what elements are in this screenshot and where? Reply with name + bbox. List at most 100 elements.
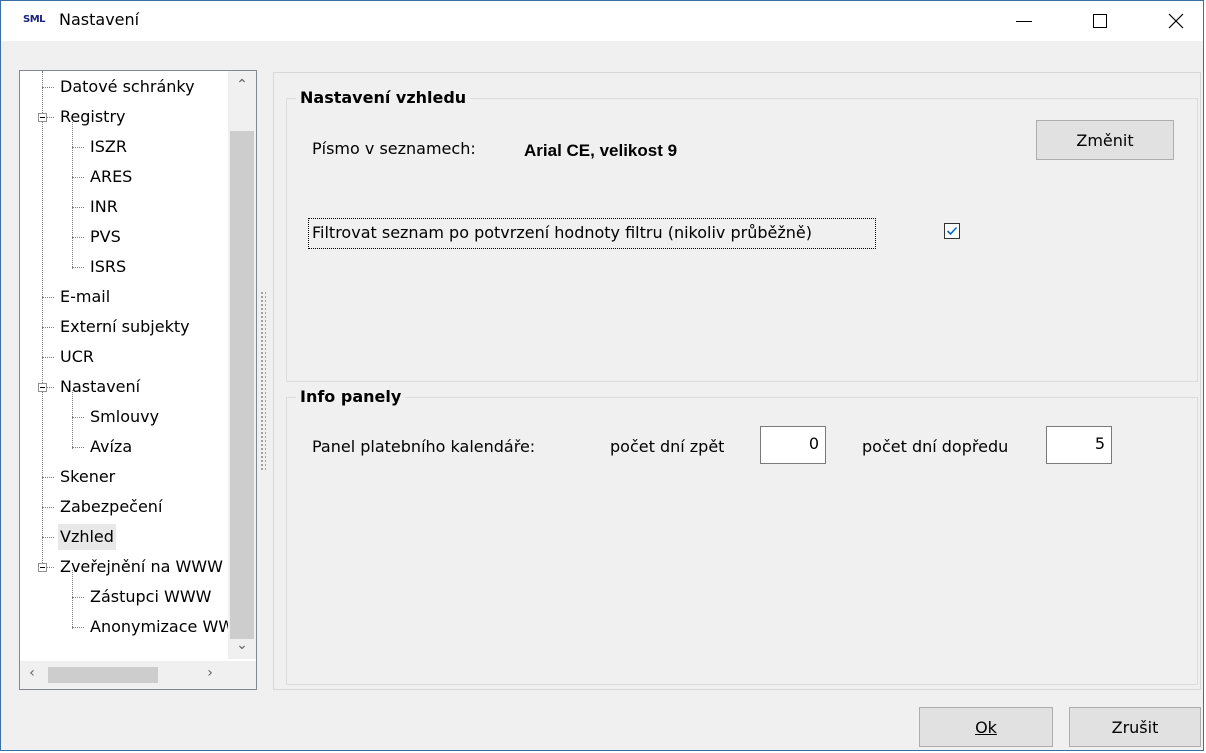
cancel-button-label: Zrušit xyxy=(1111,717,1159,737)
tree-line xyxy=(72,600,73,629)
tree-connector xyxy=(72,267,84,268)
collapse-icon[interactable] xyxy=(38,113,47,122)
tree-item-label: Registry xyxy=(60,107,126,126)
tree-item-label: Zveřejnění na WWW xyxy=(60,557,223,576)
tree-connector xyxy=(42,297,54,298)
tree-line xyxy=(72,210,73,239)
tree-item[interactable]: PVS xyxy=(20,224,226,250)
tree-item[interactable]: INR xyxy=(20,194,226,220)
tree-item-label: Zástupci WWW xyxy=(90,587,212,606)
tree-item[interactable]: Smlouvy xyxy=(20,404,226,430)
tree-item[interactable]: ARES xyxy=(20,164,226,190)
scroll-down-icon[interactable]: ⌄ xyxy=(232,637,252,653)
tree-item[interactable]: Avíza xyxy=(20,434,226,460)
panel-splitter[interactable] xyxy=(260,291,266,471)
tree-horizontal-scrollbar[interactable]: ‹ › xyxy=(20,661,256,689)
tree-item[interactable]: Zveřejnění na WWW xyxy=(20,554,226,580)
tree-connector xyxy=(72,597,84,598)
cancel-button[interactable]: Zrušit xyxy=(1069,707,1201,747)
minimize-icon xyxy=(1016,20,1032,22)
tree-connector xyxy=(42,357,54,358)
tree-item[interactable]: ISZR xyxy=(20,134,226,160)
tree-connector xyxy=(72,207,84,208)
tree-connector xyxy=(42,327,54,328)
tree-item-label: Smlouvy xyxy=(90,407,160,426)
tree-line xyxy=(72,180,73,209)
ok-button[interactable]: Ok xyxy=(919,707,1053,747)
horizontal-scroll-thumb[interactable] xyxy=(48,667,158,683)
tree-connector xyxy=(42,87,54,88)
tree-item[interactable]: UCR xyxy=(20,344,226,370)
collapse-icon[interactable] xyxy=(38,383,47,392)
tree-item-label: Datové schránky xyxy=(60,77,195,96)
days-forward-input[interactable]: 5 xyxy=(1046,426,1112,464)
tree-item-label: Externí subjekty xyxy=(60,317,190,336)
tree-item[interactable]: Zástupci WWW xyxy=(20,584,226,610)
days-back-input[interactable]: 0 xyxy=(760,426,826,464)
tree-connector xyxy=(72,627,84,628)
tree-connector xyxy=(72,177,84,178)
tree-item[interactable]: Zabezpečení xyxy=(20,494,226,520)
tree-connector xyxy=(72,417,84,418)
settings-content-panel: Nastavení vzhledu Písmo v seznamech: Ari… xyxy=(273,72,1201,690)
window-title: Nastavení xyxy=(59,10,140,29)
days-back-label: počet dní zpět xyxy=(610,437,725,456)
tree-item[interactable]: Datové schránky xyxy=(20,74,226,100)
settings-tree[interactable]: Datové schránky Registry ISZR ARES INR PVS ISR… xyxy=(19,70,257,690)
tree-item-label: Avíza xyxy=(90,437,133,456)
font-label: Písmo v seznamech: xyxy=(312,139,476,158)
tree-item[interactable]: Nastavení xyxy=(20,374,226,400)
vertical-scroll-thumb[interactable] xyxy=(230,131,254,639)
maximize-icon xyxy=(1093,14,1107,28)
tree-item-label: INR xyxy=(90,197,118,216)
tree-line xyxy=(72,120,73,149)
filter-checkbox[interactable] xyxy=(944,223,960,239)
app-logo: SML xyxy=(23,14,46,25)
days-forward-label: počet dní dopředu xyxy=(862,437,1009,456)
minimize-button[interactable] xyxy=(1001,1,1047,41)
scroll-right-icon[interactable]: › xyxy=(200,665,220,681)
settings-window: SML Nastavení Datové schránky Registry ISZ… xyxy=(0,0,1204,751)
tree-item-label: E-mail xyxy=(60,287,111,306)
scroll-up-icon[interactable]: ⌃ xyxy=(232,77,252,93)
maximize-button[interactable] xyxy=(1077,1,1123,41)
calendar-panel-label: Panel platebního kalendáře: xyxy=(312,437,536,456)
change-font-button[interactable]: Změnit xyxy=(1036,120,1174,160)
scroll-left-icon[interactable]: ‹ xyxy=(22,665,42,681)
tree-item[interactable]: Externí subjekty xyxy=(20,314,226,340)
tree-item-label: Zabezpečení xyxy=(60,497,163,516)
appearance-group-title: Nastavení vzhledu xyxy=(296,88,471,107)
font-value: Arial CE, velikost 9 xyxy=(524,141,678,160)
tree-connector xyxy=(42,537,54,538)
tree-line xyxy=(72,240,73,269)
close-button[interactable] xyxy=(1153,1,1199,41)
tree-connector xyxy=(42,507,54,508)
tree-connector xyxy=(72,147,84,148)
tree-item-label: PVS xyxy=(90,227,121,246)
tree-vertical-scrollbar[interactable]: ⌃ ⌄ xyxy=(228,71,256,659)
tree-line xyxy=(72,420,73,449)
collapse-icon[interactable] xyxy=(38,563,47,572)
title-bar[interactable]: SML Nastavení xyxy=(1,1,1203,41)
tree-item[interactable]: Skener xyxy=(20,464,226,490)
info-panels-group-title: Info panely xyxy=(296,387,406,406)
tree-item-label: ARES xyxy=(90,167,133,186)
tree-item-label: ISRS xyxy=(90,257,127,276)
tree-connector xyxy=(42,477,54,478)
tree-item-label: UCR xyxy=(60,347,94,366)
tree-item-label: ISZR xyxy=(90,137,127,156)
close-icon xyxy=(1168,13,1184,29)
tree-item[interactable]: Anonymizace WWW xyxy=(20,614,250,640)
tree-line xyxy=(72,390,73,419)
tree-item-label: Nastavení xyxy=(60,377,141,396)
tree-item[interactable]: Vzhled xyxy=(20,524,226,550)
checkmark-icon xyxy=(946,226,958,236)
tree-connector xyxy=(72,447,84,448)
tree-item[interactable]: Registry xyxy=(20,104,226,130)
ok-button-label: Ok xyxy=(975,717,997,737)
tree-item-label: Vzhled xyxy=(58,524,116,550)
filter-label[interactable]: Filtrovat seznam po potvrzení hodnoty fi… xyxy=(312,223,812,242)
tree-line xyxy=(72,570,73,599)
tree-item[interactable]: E-mail xyxy=(20,284,226,310)
tree-item[interactable]: ISRS xyxy=(20,254,226,280)
